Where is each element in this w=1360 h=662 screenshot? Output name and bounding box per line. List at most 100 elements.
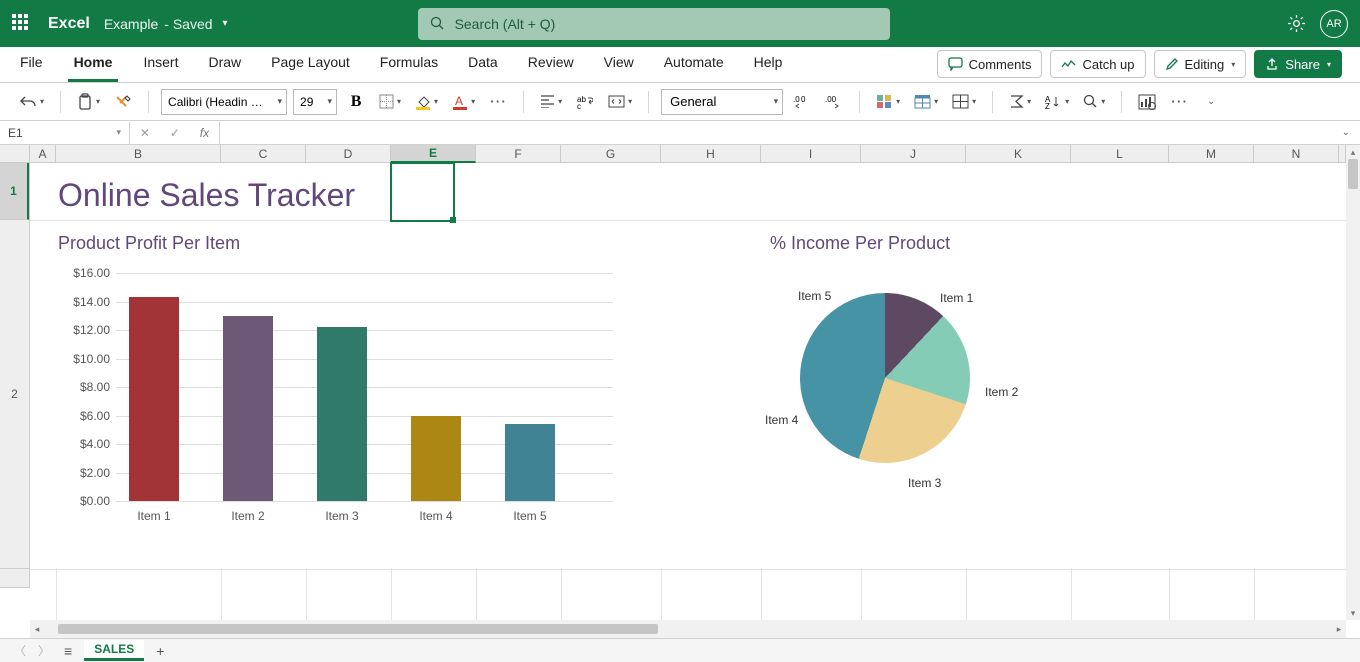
tab-data[interactable]: Data: [453, 45, 513, 82]
tab-file[interactable]: File: [18, 45, 58, 82]
catchup-label: Catch up: [1082, 57, 1134, 72]
tab-draw[interactable]: Draw: [193, 45, 256, 82]
share-label: Share: [1285, 57, 1320, 72]
format-as-table-button[interactable]: ▾: [910, 88, 942, 116]
autosum-button[interactable]: ▾: [1005, 88, 1035, 116]
column-header-E[interactable]: E: [391, 145, 476, 163]
bar-y-tick: $10.00: [58, 352, 110, 366]
next-sheet-button[interactable]: 〉: [32, 642, 56, 659]
settings-gear-icon[interactable]: [1287, 14, 1306, 33]
fx-icon[interactable]: fx: [200, 126, 209, 140]
more-commands-button[interactable]: ⋯: [1166, 88, 1192, 116]
column-header-J[interactable]: J: [861, 145, 966, 163]
tab-page-layout[interactable]: Page Layout: [256, 45, 365, 82]
merge-cells-button[interactable]: ▾: [604, 88, 636, 116]
font-color-button[interactable]: A▾: [448, 88, 479, 116]
vertical-scrollbar[interactable]: ▴ ▾: [1346, 145, 1360, 620]
name-box[interactable]: E1▾: [0, 122, 130, 144]
catch-up-button[interactable]: Catch up: [1050, 50, 1145, 78]
title-bar: Excel Example - Saved ▾ Search (Alt + Q)…: [0, 0, 1360, 47]
sheet-tab-active[interactable]: SALES: [84, 640, 144, 661]
bar-y-tick: $14.00: [58, 295, 110, 309]
bar-y-tick: $6.00: [58, 409, 110, 423]
editing-mode-button[interactable]: Editing▾: [1154, 50, 1247, 78]
share-button[interactable]: Share▾: [1254, 50, 1342, 78]
column-header-M[interactable]: M: [1169, 145, 1254, 163]
column-header-C[interactable]: C: [221, 145, 306, 163]
all-sheets-button[interactable]: ≡: [56, 643, 80, 659]
svg-text:0: 0: [801, 95, 806, 104]
collapse-ribbon-button[interactable]: ⌄: [1198, 88, 1224, 116]
column-header-N[interactable]: N: [1254, 145, 1339, 163]
decrease-decimal-button[interactable]: .00: [821, 88, 847, 116]
app-launcher-icon[interactable]: [12, 14, 32, 34]
undo-button[interactable]: ▾: [16, 88, 48, 116]
cell-styles-button[interactable]: ▾: [948, 88, 980, 116]
row-header-1[interactable]: 1: [0, 163, 29, 220]
pie-chart-title: % Income Per Product: [770, 233, 950, 254]
column-header-G[interactable]: G: [561, 145, 661, 163]
row-header-blank[interactable]: [0, 569, 29, 588]
align-left-button[interactable]: ▾: [536, 88, 566, 116]
tab-review[interactable]: Review: [513, 45, 589, 82]
tab-automate[interactable]: Automate: [649, 45, 739, 82]
bar-y-tick: $4.00: [58, 437, 110, 451]
column-header-L[interactable]: L: [1071, 145, 1169, 163]
conditional-formatting-button[interactable]: ▾: [872, 88, 904, 116]
find-button[interactable]: ▾: [1079, 88, 1109, 116]
column-header-A[interactable]: A: [30, 145, 56, 163]
bar-x-label: Item 5: [495, 509, 565, 523]
tab-home[interactable]: Home: [68, 45, 119, 82]
column-header-I[interactable]: I: [761, 145, 861, 163]
fill-color-button[interactable]: ▾: [411, 88, 442, 116]
font-family-select[interactable]: Calibri (Headin …: [161, 89, 287, 115]
document-name[interactable]: Example: [104, 16, 158, 32]
column-header-B[interactable]: B: [56, 145, 221, 163]
vertical-scroll-thumb[interactable]: [1348, 159, 1358, 189]
user-avatar[interactable]: AR: [1320, 10, 1348, 38]
tab-formulas[interactable]: Formulas: [365, 45, 453, 82]
column-header-H[interactable]: H: [661, 145, 761, 163]
bar-y-tick: $12.00: [58, 323, 110, 337]
expand-formula-bar-icon[interactable]: ⌄: [1342, 127, 1350, 138]
analyze-data-button[interactable]: [1134, 88, 1160, 116]
svg-text:c: c: [577, 102, 581, 109]
tab-help[interactable]: Help: [739, 45, 798, 82]
enter-formula-icon[interactable]: ✓: [170, 126, 180, 140]
horizontal-scrollbar[interactable]: ◂ ▸: [30, 620, 1346, 638]
tab-insert[interactable]: Insert: [128, 45, 193, 82]
column-header-F[interactable]: F: [476, 145, 561, 163]
number-format-select[interactable]: General: [661, 89, 783, 115]
font-size-select[interactable]: 29: [293, 89, 337, 115]
bar-y-tick: $8.00: [58, 380, 110, 394]
select-all-corner[interactable]: [0, 145, 30, 162]
scroll-right-arrow-icon[interactable]: ▸: [1332, 624, 1346, 635]
sort-filter-button[interactable]: AZ▾: [1041, 88, 1073, 116]
cancel-formula-icon[interactable]: ✕: [140, 126, 150, 140]
comments-button[interactable]: Comments: [937, 50, 1043, 78]
scroll-left-arrow-icon[interactable]: ◂: [30, 624, 44, 635]
bar-x-label: Item 1: [119, 509, 189, 523]
sheet-content[interactable]: Online Sales Tracker Product Profit Per …: [30, 163, 1346, 620]
increase-decimal-button[interactable]: .00: [789, 88, 815, 116]
paste-button[interactable]: ▾: [73, 88, 104, 116]
doc-menu-caret-icon[interactable]: ▾: [223, 18, 228, 29]
column-header-K[interactable]: K: [966, 145, 1071, 163]
row-header-2[interactable]: 2: [0, 220, 29, 569]
search-box[interactable]: Search (Alt + Q): [418, 8, 890, 40]
column-headers: ABCDEFGHIJKLMN: [0, 145, 1346, 163]
svg-text:.0: .0: [793, 95, 800, 104]
sheet-title: Online Sales Tracker: [58, 177, 355, 214]
tab-view[interactable]: View: [589, 45, 649, 82]
more-font-options-button[interactable]: ⋯: [485, 88, 511, 116]
bold-button[interactable]: B: [343, 88, 369, 116]
prev-sheet-button[interactable]: 〈: [8, 642, 32, 659]
scroll-up-arrow-icon[interactable]: ▴: [1346, 145, 1360, 159]
borders-button[interactable]: ▾: [375, 88, 405, 116]
format-painter-button[interactable]: [110, 88, 136, 116]
wrap-text-button[interactable]: abc: [572, 88, 598, 116]
horizontal-scroll-thumb[interactable]: [58, 624, 658, 634]
column-header-D[interactable]: D: [306, 145, 391, 163]
scroll-down-arrow-icon[interactable]: ▾: [1346, 606, 1360, 620]
add-sheet-button[interactable]: +: [156, 643, 164, 659]
